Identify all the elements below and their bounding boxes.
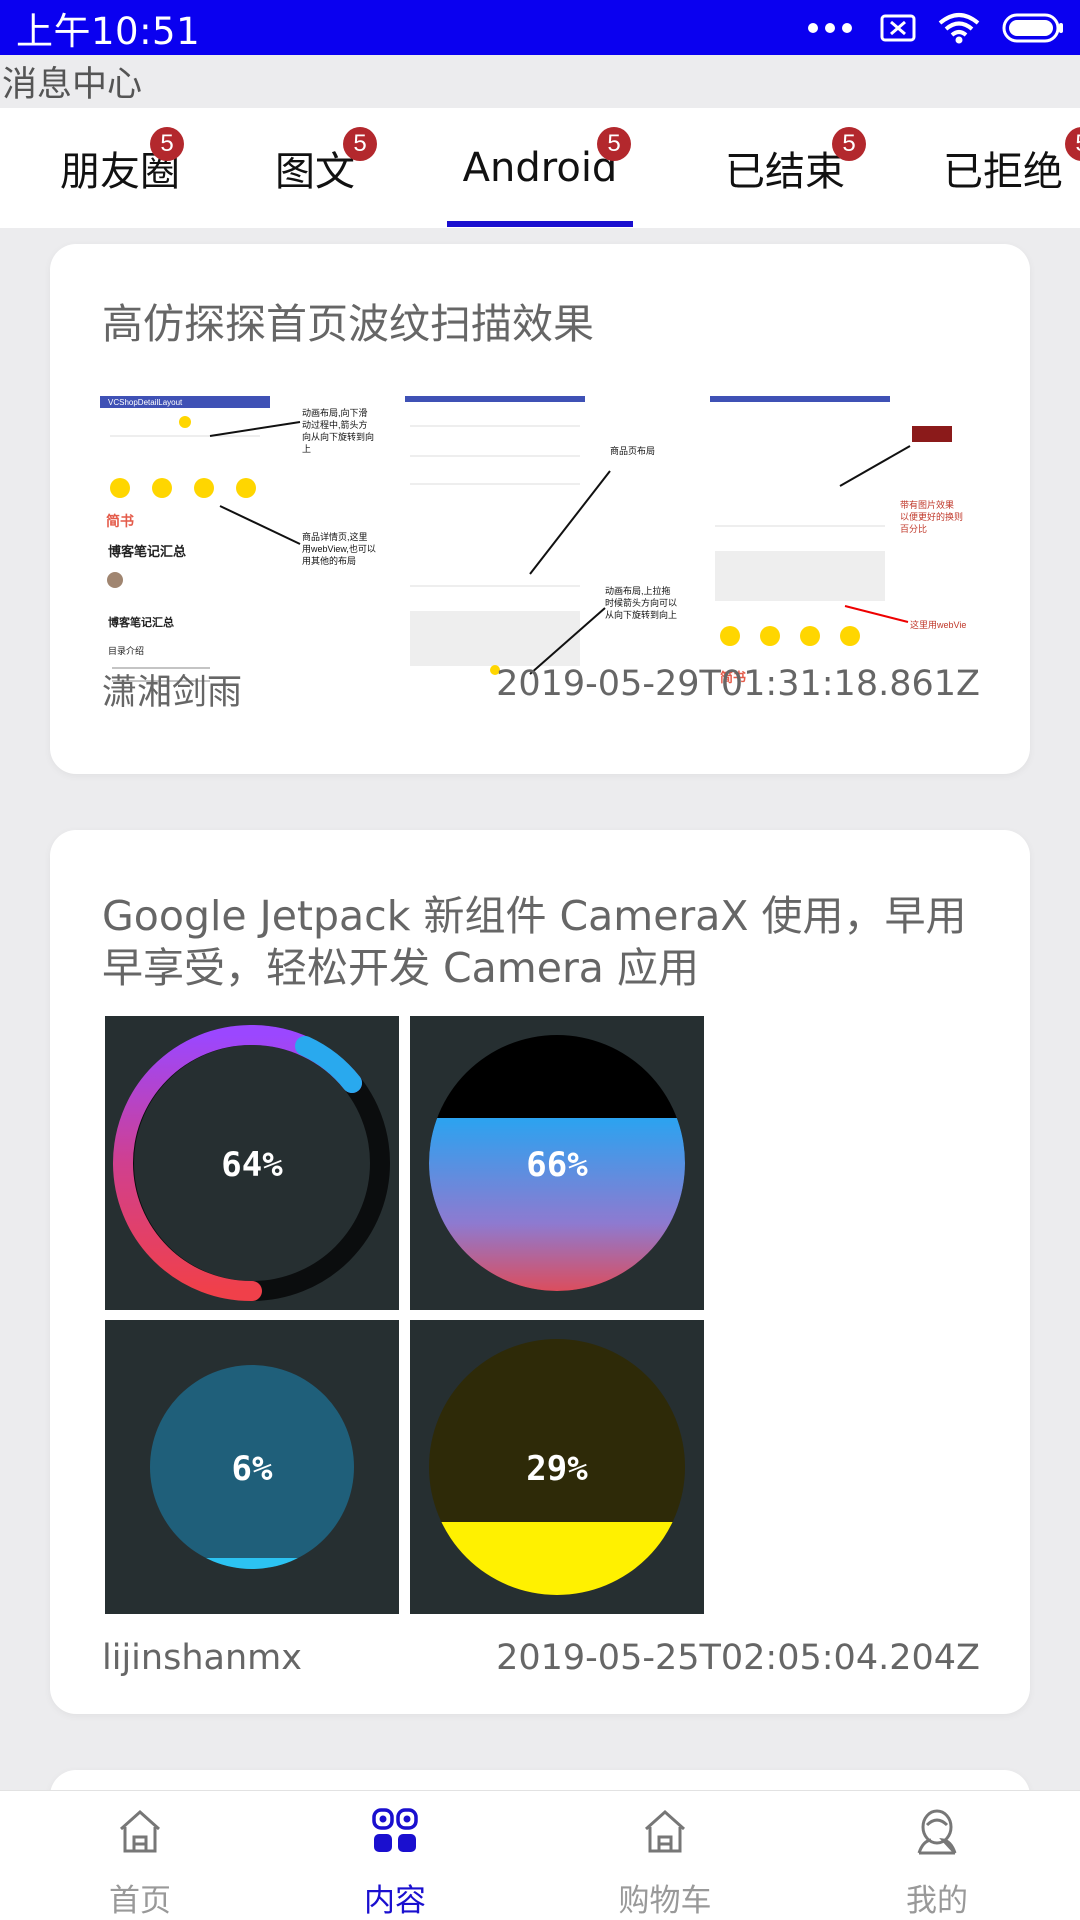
screenshot-caption: 以便更好的换则	[900, 511, 963, 522]
screenshot-caption: 从向下旋转到向上	[605, 609, 677, 620]
image-tile: 66%	[410, 1016, 704, 1310]
screenshot-caption: 时候箭头方向可以	[605, 597, 677, 608]
percent-label: 29%	[526, 1449, 588, 1489]
content-grid-icon	[372, 1808, 418, 1852]
tab-label: Android	[462, 145, 618, 191]
screenshot-caption: 百分比	[900, 523, 927, 534]
screenshot-caption: 带有图片效果	[900, 499, 954, 510]
tab-badge: 5	[832, 127, 866, 161]
article-date: 2019-05-29T01:31:18.861Z	[496, 664, 980, 704]
article-date: 2019-05-25T02:05:04.204Z	[496, 1638, 980, 1678]
status-bar: 上午10:51	[0, 0, 1080, 55]
screenshot-caption: 商品页布局	[610, 445, 655, 456]
screenshot-caption: 动画布局,向下滑	[302, 407, 368, 418]
screenshot-caption: 动过程中,箭头方	[302, 419, 368, 430]
wifi-icon	[938, 12, 980, 43]
article-author: lijinshanmx	[102, 1638, 302, 1678]
nav-label: 我的	[906, 1883, 968, 1919]
page-title: 消息中心	[2, 65, 143, 105]
screenshot-caption: 上	[302, 444, 311, 454]
nav-content[interactable]: 内容	[295, 1791, 495, 1920]
tab-active-indicator	[447, 221, 633, 227]
tab-label: 已拒绝	[943, 149, 1063, 195]
tab-image-text[interactable]: 图文 5	[245, 108, 385, 228]
screenshot-caption: 动画布局,上拉拖	[605, 585, 671, 596]
tab-bar: 朋友圈 5 图文 5 Android 5 已结束 5 已拒绝 5	[0, 108, 1080, 228]
nav-label: 首页	[109, 1883, 171, 1919]
title-bar: 消息中心	[0, 55, 1080, 108]
percent-label: 64%	[221, 1145, 283, 1185]
screenshot-caption: 用其他的布局	[302, 555, 356, 566]
nav-label: 购物车	[618, 1883, 712, 1919]
screen: 上午10:51 消息中心 朋友圈 5 图文 5 Android 5 已结束 5 …	[0, 0, 1080, 1920]
article-card[interactable]	[50, 1770, 1030, 1790]
home-icon	[119, 1809, 161, 1853]
status-icons	[806, 12, 1064, 44]
image-tile: 29%	[410, 1320, 704, 1614]
screenshot-caption: 博客笔记汇总	[108, 615, 174, 629]
screenshot-caption: 博客笔记汇总	[108, 544, 186, 559]
shop-icon	[644, 1809, 686, 1853]
profile-icon	[917, 1809, 957, 1855]
image-tile: 6%	[105, 1320, 399, 1614]
tab-badge: 5	[150, 127, 184, 161]
tab-badge: 5	[1065, 127, 1080, 161]
article-title: 高仿探探首页波纹扫描效果	[102, 300, 594, 348]
percent-label: 66%	[526, 1145, 588, 1185]
article-screenshot-collage: VCShopDetailLayout 简书 博客笔记汇总 博客笔记汇总 目录介绍	[100, 396, 980, 694]
screenshot-caption: 向从向下旋转到向	[302, 431, 374, 442]
screenshot-caption: 目录介绍	[108, 645, 144, 656]
screenshot-caption: 用webView,也可以	[302, 543, 376, 554]
more-dots-icon	[808, 22, 852, 33]
tab-ended[interactable]: 已结束 5	[710, 108, 866, 228]
percent-label: 6%	[232, 1449, 273, 1489]
screenshot-caption: 商品详情页,这里	[302, 531, 368, 542]
tab-badge: 5	[343, 127, 377, 161]
article-title: Google Jetpack 新组件 CameraX 使用，早用早享受，轻松开发…	[102, 892, 967, 992]
screenshot-caption: VCShopDetailLayout	[108, 398, 183, 407]
image-tile: 64%	[105, 1016, 399, 1310]
bottom-nav: 首页 内容 购物车 我的	[0, 1790, 1080, 1920]
tab-badge: 5	[597, 127, 631, 161]
screenshot-caption: 这里用webVie	[910, 619, 966, 630]
battery-icon	[1002, 13, 1063, 42]
nav-home[interactable]: 首页	[40, 1791, 240, 1920]
screenshot-caption: 简书	[106, 513, 134, 529]
tab-label: 已结束	[725, 149, 845, 195]
nav-cart[interactable]: 购物车	[565, 1791, 765, 1920]
article-card[interactable]: Google Jetpack 新组件 CameraX 使用，早用早享受，轻松开发…	[50, 830, 1030, 1714]
status-time: 上午10:51	[16, 9, 201, 53]
tab-android[interactable]: Android 5	[447, 108, 633, 228]
nav-mine[interactable]: 我的	[837, 1791, 1037, 1920]
tab-friends-circle[interactable]: 朋友圈 5	[20, 108, 220, 228]
article-card[interactable]: 高仿探探首页波纹扫描效果 VCShopDetailLayout 简书 博客笔记汇…	[50, 244, 1030, 774]
notification-off-icon	[880, 14, 916, 41]
article-list[interactable]: 高仿探探首页波纹扫描效果 VCShopDetailLayout 简书 博客笔记汇…	[0, 228, 1080, 1790]
nav-label: 内容	[364, 1883, 426, 1919]
tab-rejected[interactable]: 已拒绝 5	[943, 108, 1080, 228]
article-author: 潇湘剑雨	[102, 673, 243, 713]
